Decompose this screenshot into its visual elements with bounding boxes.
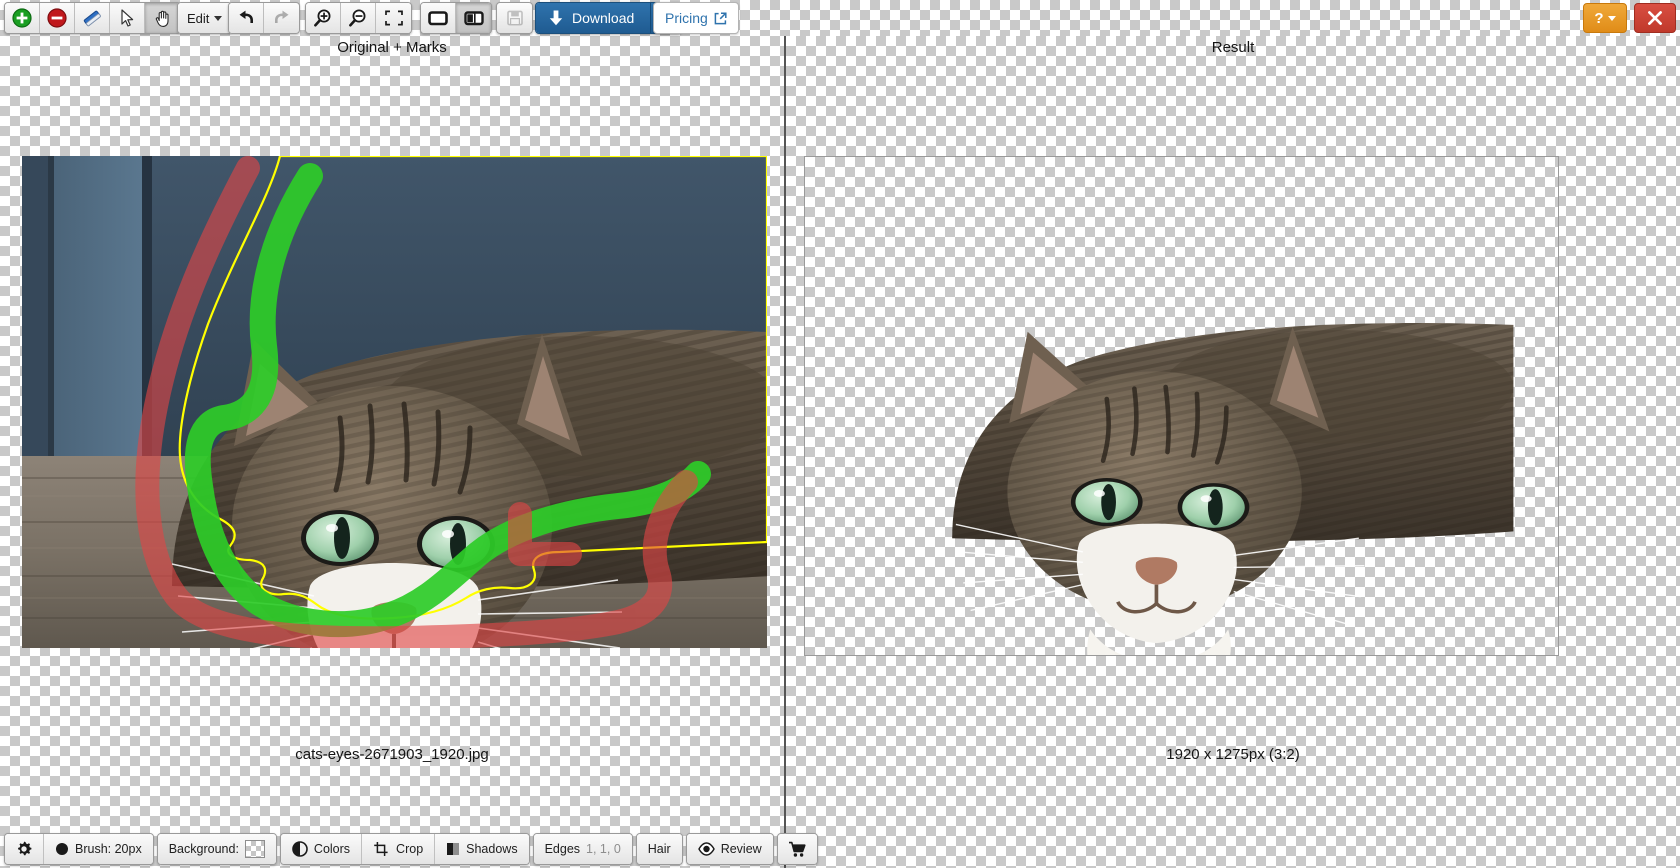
edges-label: Edges xyxy=(544,842,581,856)
close-button[interactable] xyxy=(1634,3,1676,33)
review-label: Review xyxy=(720,842,762,856)
undo-button[interactable] xyxy=(229,3,264,33)
hair-group: Hair xyxy=(635,833,683,865)
shadows-button[interactable]: Shadows xyxy=(435,834,529,864)
eraser-tool[interactable] xyxy=(75,3,110,33)
pan-tool[interactable] xyxy=(145,3,180,33)
hair-label: Hair xyxy=(647,842,671,856)
pricing-label: Pricing xyxy=(665,10,708,26)
zoom-group xyxy=(305,2,412,34)
result-photo xyxy=(952,323,1514,655)
cursor-arrow-icon[interactable] xyxy=(110,3,145,33)
background-button[interactable]: Background: xyxy=(157,834,276,864)
crop-button[interactable]: Crop xyxy=(362,834,436,864)
original-panel: Original + Marks cats-eyes-2671903_1920.… xyxy=(0,36,784,868)
background-marks xyxy=(135,156,698,648)
gear-icon xyxy=(18,841,32,856)
result-dimensions-caption: 1920 x 1275px (3:2) xyxy=(1166,746,1300,763)
view-split-button[interactable] xyxy=(456,3,491,33)
original-panel-title: Original + Marks xyxy=(337,39,447,56)
hair-button[interactable]: Hair xyxy=(636,834,682,864)
top-toolbar: Edit Download Pricing ? xyxy=(0,0,1680,36)
chevron-down-icon xyxy=(214,15,223,21)
background-label: Background: xyxy=(168,842,239,856)
original-image-canvas[interactable] xyxy=(22,156,767,648)
shadows-icon xyxy=(447,843,460,855)
edit-menu-label: Edit xyxy=(187,10,210,26)
external-link-icon xyxy=(714,11,727,24)
edges-group: Edges 1, 1, 0 xyxy=(532,833,633,865)
colors-button[interactable]: Colors xyxy=(280,834,363,864)
save-button[interactable] xyxy=(497,3,532,33)
contrast-icon xyxy=(292,841,308,857)
crop-label: Crop xyxy=(396,842,424,856)
redo-button[interactable] xyxy=(264,3,299,33)
download-button[interactable]: Download xyxy=(536,3,652,33)
result-panel: Result 1920 x 1275px (3:2) xyxy=(786,36,1680,868)
remove-marker-tool[interactable] xyxy=(40,3,75,33)
help-label: ? xyxy=(1594,9,1604,27)
brush-size-button[interactable]: Brush: 20px xyxy=(44,834,153,864)
adjustments-group: Colors Crop Shadows xyxy=(279,833,530,865)
zoom-in-button[interactable] xyxy=(306,3,341,33)
result-panel-title: Result xyxy=(1211,39,1255,56)
eye-icon xyxy=(697,842,715,856)
cart-button[interactable] xyxy=(777,834,817,864)
edit-group: Edit xyxy=(177,2,233,34)
background-group: Background: xyxy=(156,833,277,865)
view-single-button[interactable] xyxy=(421,3,456,33)
edit-menu-button[interactable]: Edit xyxy=(178,3,232,33)
edges-button[interactable]: Edges 1, 1, 0 xyxy=(533,834,632,864)
tool-group xyxy=(4,2,181,34)
colors-label: Colors xyxy=(313,842,351,856)
settings-group: Brush: 20px xyxy=(4,833,154,865)
brush-dot-icon xyxy=(56,843,68,855)
result-image-canvas[interactable] xyxy=(804,156,1559,656)
shopping-cart-icon xyxy=(788,841,806,857)
edges-value: 1, 1, 0 xyxy=(586,842,621,856)
panel-divider[interactable] xyxy=(784,36,786,868)
review-button[interactable]: Review xyxy=(686,834,773,864)
zoom-out-button[interactable] xyxy=(341,3,376,33)
add-marker-tool[interactable] xyxy=(5,3,40,33)
bottom-toolbar: Brush: 20px Background: Colors Crop Shad… xyxy=(4,833,818,865)
pricing-button[interactable]: Pricing xyxy=(653,2,739,34)
history-group xyxy=(228,2,300,34)
shadows-label: Shadows xyxy=(466,842,518,856)
settings-button[interactable] xyxy=(5,834,44,864)
close-icon xyxy=(1648,11,1662,25)
crop-icon xyxy=(374,842,388,856)
download-arrow-icon xyxy=(549,10,563,26)
cart-group xyxy=(776,833,818,865)
download-label: Download xyxy=(572,10,635,26)
brush-label: Brush: 20px xyxy=(75,842,142,856)
background-swatch[interactable] xyxy=(244,840,265,858)
original-filename-caption: cats-eyes-2671903_1920.jpg xyxy=(295,746,489,763)
fit-to-screen-button[interactable] xyxy=(376,3,411,33)
chevron-down-icon xyxy=(1607,15,1616,21)
save-group xyxy=(496,2,533,34)
view-mode-group xyxy=(420,2,492,34)
review-group: Review xyxy=(685,833,774,865)
help-button[interactable]: ? xyxy=(1583,3,1627,33)
